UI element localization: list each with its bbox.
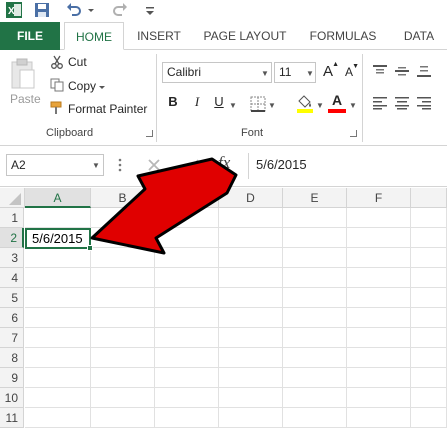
red-arrow-shape <box>90 157 238 255</box>
annotation-arrow <box>90 157 238 255</box>
